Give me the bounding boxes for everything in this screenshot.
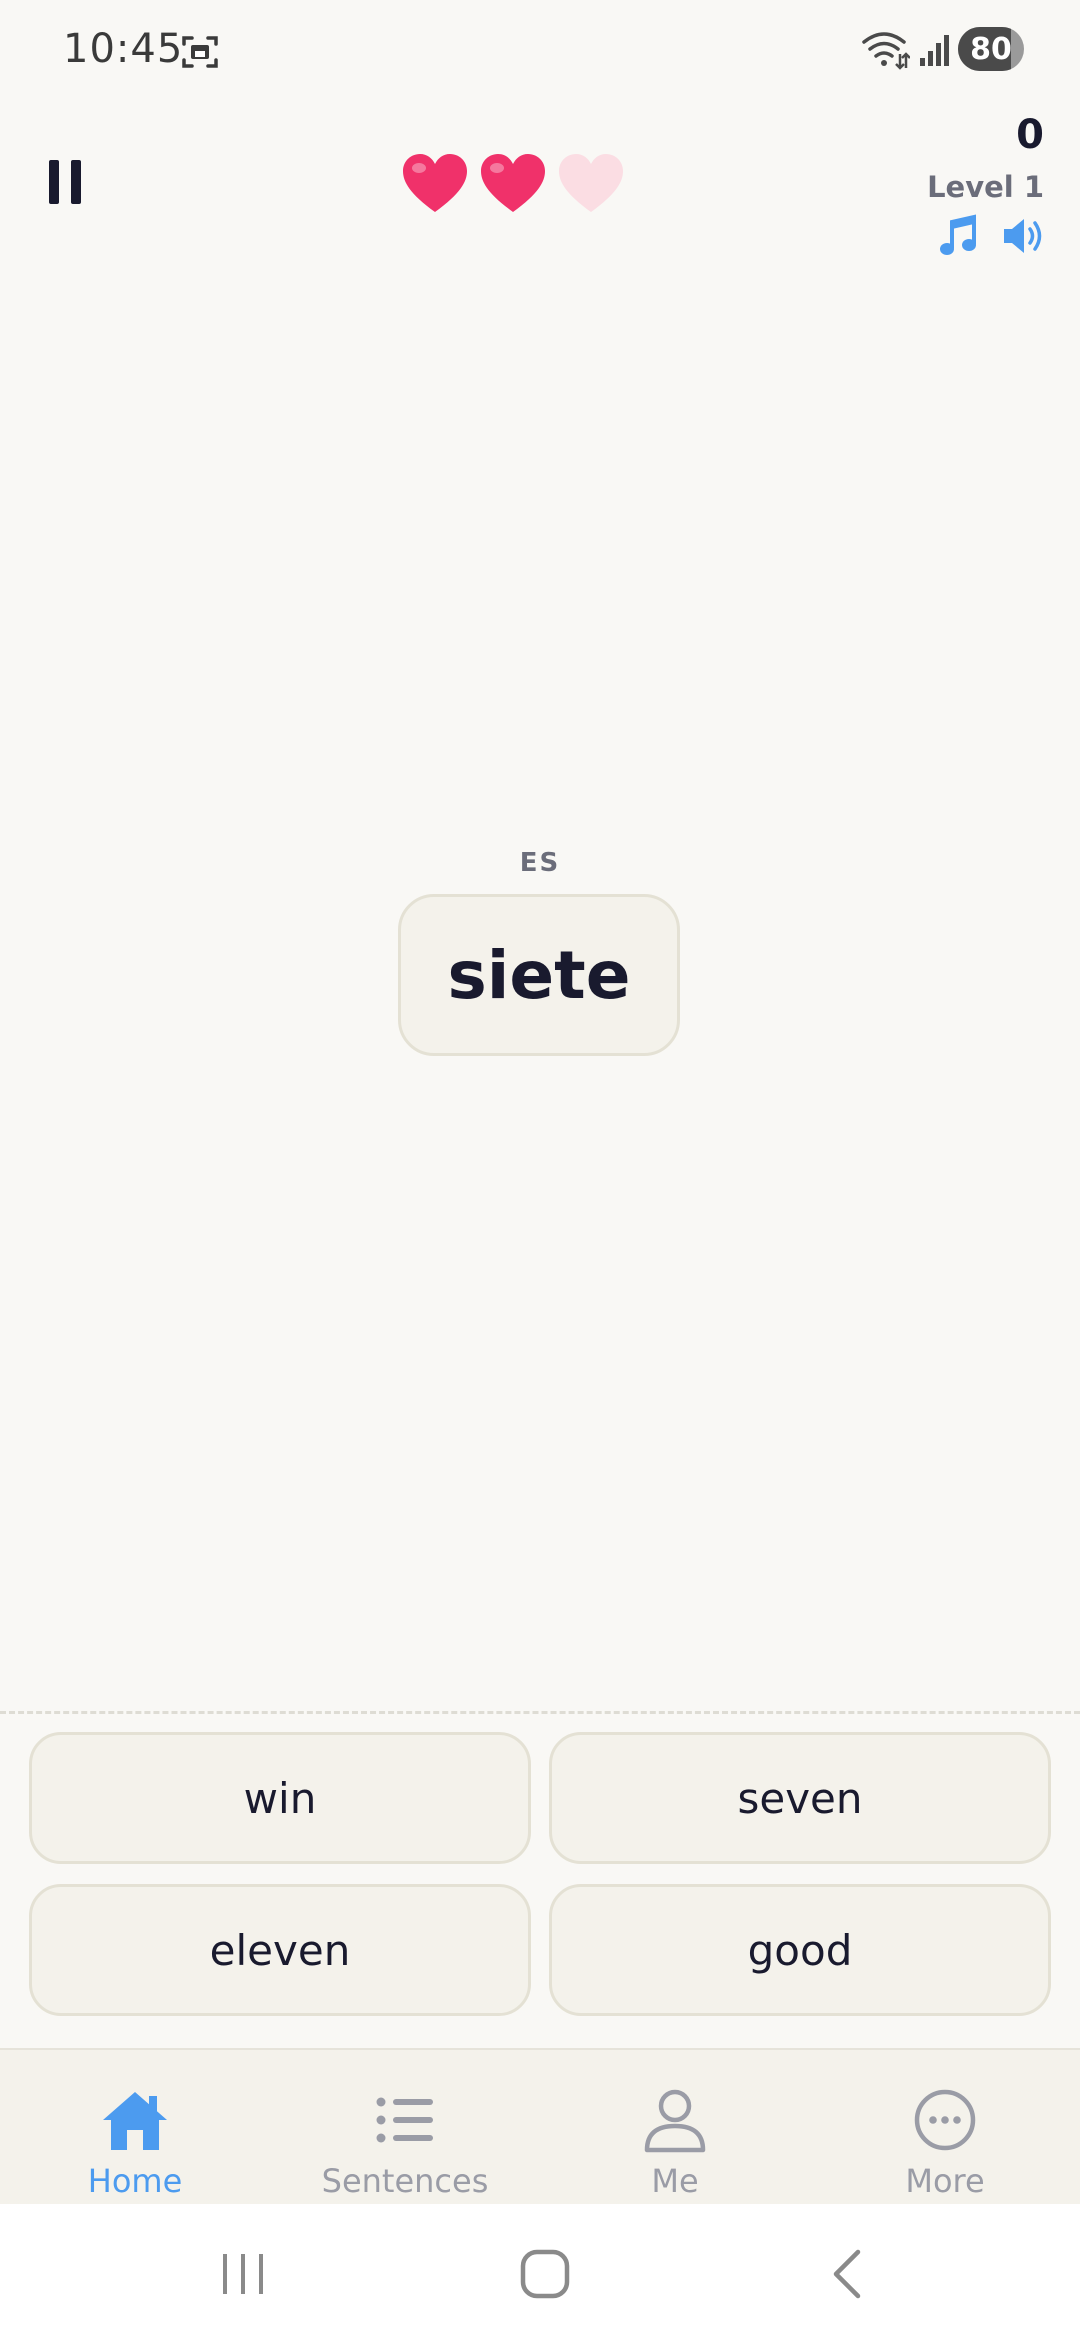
word-card: siete	[398, 894, 680, 1056]
nav-item-home[interactable]: Home	[0, 2050, 270, 2206]
screenshot-icon	[182, 36, 218, 68]
answer-option-eleven[interactable]: eleven	[29, 1884, 531, 2016]
nav-item-sentences[interactable]: Sentences	[270, 2050, 540, 2206]
pause-button[interactable]	[46, 156, 84, 208]
bottom-nav: Home Sentences Me More	[0, 2048, 1080, 2206]
list-icon	[376, 2097, 433, 2143]
battery-percentage: 80	[970, 31, 1012, 67]
nav-label-me: Me	[651, 2162, 699, 2200]
lives-hearts	[400, 150, 640, 222]
battery-icon: 80	[958, 27, 1024, 71]
heart-empty-icon	[559, 154, 623, 212]
level-label: Level 1	[927, 170, 1044, 204]
music-icon[interactable]	[938, 214, 978, 258]
wifi-icon	[862, 32, 910, 70]
answers-divider	[0, 1711, 1080, 1714]
nav-item-more[interactable]: More	[810, 2050, 1080, 2206]
nav-label-more: More	[905, 2162, 985, 2200]
back-icon[interactable]	[818, 2244, 878, 2304]
pause-icon	[71, 160, 81, 204]
pause-icon	[49, 160, 59, 204]
status-time: 10:45	[63, 26, 184, 72]
score-value: 0	[1016, 112, 1044, 158]
nav-label-home: Home	[87, 2162, 183, 2200]
nav-label-sentences: Sentences	[321, 2162, 489, 2200]
answer-option-seven[interactable]: seven	[549, 1732, 1051, 1864]
nav-item-me[interactable]: Me	[540, 2050, 810, 2206]
heart-full-icon	[481, 154, 545, 212]
heart-full-icon	[403, 154, 467, 212]
home-icon	[103, 2092, 167, 2150]
signal-icon	[920, 35, 949, 66]
person-icon	[644, 2089, 706, 2153]
system-nav-bar	[0, 2204, 1080, 2340]
more-icon	[914, 2089, 976, 2151]
recents-icon[interactable]	[213, 2244, 273, 2304]
answer-option-win[interactable]: win	[29, 1732, 531, 1864]
language-label: ES	[519, 848, 561, 878]
status-bar: 10:45 80	[0, 0, 1080, 100]
home-circle-icon[interactable]	[515, 2244, 575, 2304]
answer-option-good[interactable]: good	[549, 1884, 1051, 2016]
speaker-icon[interactable]	[1002, 216, 1048, 256]
word-text: siete	[447, 936, 631, 1014]
